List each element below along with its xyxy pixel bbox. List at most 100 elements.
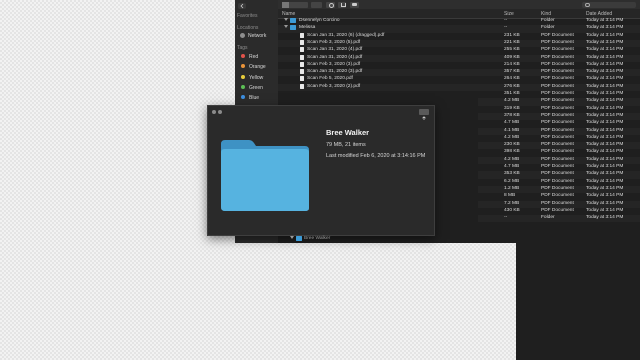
file-size: 4.1 MB bbox=[504, 127, 520, 133]
sidebar-item-tag[interactable]: Blue bbox=[239, 94, 277, 101]
file-kind: PDF Document bbox=[541, 156, 574, 162]
tag-icon bbox=[352, 3, 357, 6]
table-row[interactable]: Scan Feb 3, 2020 (3).pdf 214 KB PDF Docume… bbox=[278, 61, 640, 69]
table-row[interactable]: -- Folder Today at 3:14 PM bbox=[478, 215, 640, 223]
view-switcher[interactable] bbox=[282, 1, 308, 8]
file-kind: PDF Document bbox=[541, 171, 574, 177]
file-date: Today at 3:14 PM bbox=[586, 142, 624, 148]
info-panel: Bree Walker 79 MB, 21 items Last modifie… bbox=[207, 105, 435, 236]
file-kind: PDF Document bbox=[541, 112, 574, 118]
close-button[interactable] bbox=[212, 110, 216, 114]
share-button[interactable] bbox=[338, 1, 346, 8]
file-kind: PDF Document bbox=[541, 127, 574, 133]
sidebar-item-network[interactable]: Network bbox=[239, 32, 277, 39]
file-size: 353 KB bbox=[504, 171, 520, 177]
file-size: 409 KB bbox=[504, 54, 520, 60]
file-name: Scan Feb 5, 2020.pdf bbox=[307, 76, 353, 82]
file-size: 378 KB bbox=[504, 112, 520, 118]
file-date: Today at 3:14 PM bbox=[586, 134, 624, 140]
table-row[interactable]: 8 MB PDF Document Today at 3:14 PM bbox=[478, 193, 640, 200]
action-button[interactable] bbox=[326, 1, 335, 8]
file-kind: PDF Document bbox=[541, 134, 574, 140]
table-row[interactable]: 353 KB PDF Document Today at 3:14 PM bbox=[478, 171, 640, 179]
file-name: Scan Jan 31, 2020 (6) (dragged).pdf bbox=[307, 32, 385, 38]
disclosure-triangle-icon[interactable] bbox=[284, 18, 288, 21]
sidebar-item-tag[interactable]: Orange bbox=[239, 63, 277, 70]
disclosure-triangle-icon[interactable] bbox=[284, 25, 288, 29]
file-name: Scan Jan 31, 2020 (4).pdf bbox=[307, 47, 363, 53]
search-icon bbox=[585, 2, 590, 8]
item-summary: 79 MB, 21 items bbox=[326, 142, 366, 148]
file-size: 4.2 MB bbox=[504, 134, 520, 140]
file-kind: PDF Document bbox=[541, 207, 574, 213]
name-column-header[interactable]: Name bbox=[282, 11, 295, 17]
file-name: Bree Walker bbox=[304, 236, 331, 241]
table-row[interactable]: Scan Feb 5, 2020.pdf 264 KB PDF Document To… bbox=[278, 76, 640, 83]
file-kind: PDF Document bbox=[541, 178, 574, 184]
file-size: 8 MB bbox=[504, 193, 516, 199]
table-row[interactable]: 4.1 MB PDF Document Today at 3:14 PM bbox=[478, 127, 640, 135]
table-row[interactable]: 4.7 MB PDF Document Today at 3:14 PM bbox=[478, 120, 640, 127]
kind-column-header[interactable]: Kind bbox=[541, 11, 551, 17]
table-row[interactable]: 319 KB PDF Document Today at 3:14 PM bbox=[478, 106, 640, 113]
folder-icon bbox=[221, 140, 309, 211]
table-row[interactable]: 430 KB PDF Document Today at 3:14 PM bbox=[478, 208, 640, 215]
search-field[interactable] bbox=[582, 1, 636, 8]
list-item[interactable]: Bree Walker bbox=[290, 235, 490, 242]
file-name: Melissa bbox=[299, 25, 316, 31]
table-row[interactable]: Scan Jan 31, 2020 (6) (dragged).pdf 231 K… bbox=[278, 32, 640, 40]
table-row[interactable]: Scan Feb 3, 2020 (2).pdf 276 KB PDF Docume… bbox=[278, 83, 640, 91]
window-background bbox=[516, 243, 640, 360]
locations-header: Locations bbox=[237, 25, 259, 31]
file-kind: PDF Document bbox=[541, 69, 574, 75]
size-column-header[interactable]: Size bbox=[504, 11, 514, 17]
file-kind: PDF Document bbox=[541, 47, 574, 53]
back-button[interactable] bbox=[238, 3, 246, 9]
sidebar-item-label: Green bbox=[249, 84, 263, 91]
file-kind: PDF Document bbox=[541, 193, 574, 199]
icon-view-icon[interactable] bbox=[282, 1, 289, 8]
pdf-file-icon bbox=[300, 32, 304, 38]
zoom-button[interactable] bbox=[218, 110, 222, 114]
table-row[interactable]: Melissa -- Folder Today at 3:14 PM bbox=[278, 25, 640, 33]
share-icon bbox=[422, 116, 426, 120]
file-size: 6.2 MB bbox=[504, 178, 520, 184]
sidebar-item-label: Network bbox=[248, 33, 267, 39]
file-name: Scan Feb 3, 2020 (3).pdf bbox=[307, 61, 361, 67]
file-name: Scan Feb 3, 2020 (2).pdf bbox=[307, 83, 361, 89]
share-button[interactable] bbox=[419, 109, 429, 120]
table-row[interactable]: 4.2 MB PDF Document Today at 3:14 PM bbox=[478, 156, 640, 164]
file-kind: PDF Document bbox=[541, 91, 574, 96]
sidebar-item-tag[interactable]: Green bbox=[239, 84, 277, 91]
tag-button[interactable] bbox=[350, 1, 359, 8]
file-date: Today at 3:14 PM bbox=[586, 200, 624, 206]
date-column-header[interactable]: Date Added bbox=[586, 11, 612, 17]
sidebar-item-tag[interactable]: Red bbox=[239, 53, 277, 60]
file-size: 276 KB bbox=[504, 83, 520, 89]
pdf-file-icon bbox=[300, 39, 304, 45]
group-button[interactable] bbox=[311, 1, 322, 8]
table-row[interactable]: 398 KB PDF Document Today at 3:14 PM bbox=[478, 149, 640, 156]
file-kind: Folder bbox=[541, 215, 555, 221]
file-name: Scan Feb 3, 2020 (5).pdf bbox=[307, 39, 361, 45]
table-row[interactable]: Scan Jan 31, 2020 (4).pdf 255 KB PDF Docum… bbox=[278, 47, 640, 54]
table-row[interactable]: 4.2 MB PDF Document Today at 3:14 PM bbox=[478, 135, 640, 142]
file-kind: Folder bbox=[541, 25, 555, 31]
file-size: 398 KB bbox=[504, 149, 520, 155]
table-row[interactable]: 7.2 MB PDF Document Today at 3:14 PM bbox=[478, 200, 640, 208]
table-row[interactable]: 4.2 MB PDF Document Today at 3:14 PM bbox=[478, 98, 640, 106]
tag-color-dot bbox=[241, 84, 245, 89]
folder-icon bbox=[290, 25, 296, 30]
chevron-left-icon bbox=[240, 3, 244, 9]
disclosure-triangle-icon[interactable] bbox=[290, 236, 294, 240]
item-modified: Last modified Feb 6, 2020 at 3:14:16 PM bbox=[326, 153, 426, 159]
sidebar-item-tag[interactable]: Yellow bbox=[239, 74, 277, 81]
file-size: -- bbox=[504, 215, 508, 221]
table-row[interactable]: 6.2 MB PDF Document Today at 3:14 PM bbox=[478, 179, 640, 186]
table-row[interactable]: Scan Jan 31, 2020 (4).pdf 409 KB PDF Docum… bbox=[278, 54, 640, 62]
file-date: Today at 3:14 PM bbox=[586, 207, 624, 213]
file-date: Today at 3:14 PM bbox=[586, 91, 624, 96]
file-kind: PDF Document bbox=[541, 120, 574, 126]
file-kind: PDF Document bbox=[541, 164, 574, 169]
file-kind: PDF Document bbox=[541, 149, 574, 155]
